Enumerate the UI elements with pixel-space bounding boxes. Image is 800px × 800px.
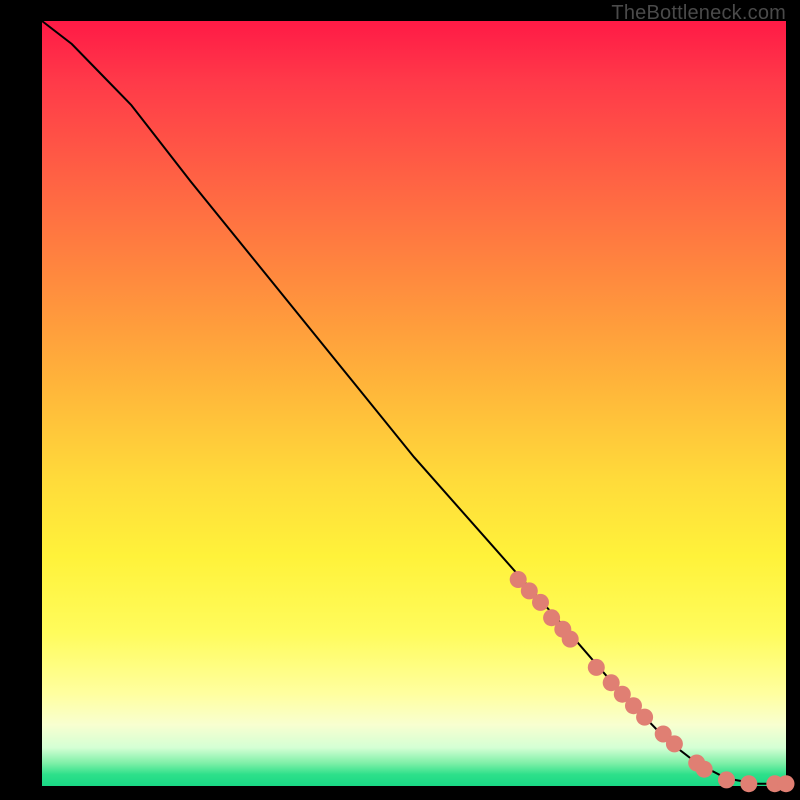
curve-marker [562, 631, 579, 648]
curve-marker [718, 771, 735, 788]
curve-marker [666, 735, 683, 752]
curve-marker [588, 659, 605, 676]
watermark-text: TheBottleneck.com [611, 2, 786, 25]
chart-svg [42, 21, 786, 786]
curve-line [42, 21, 786, 784]
curve-marker [696, 761, 713, 778]
plot-area [42, 21, 786, 786]
chart-container: TheBottleneck.com [0, 0, 800, 800]
curve-marker [778, 775, 795, 792]
curve-marker [740, 775, 757, 792]
curve-marker [636, 709, 653, 726]
curve-markers [510, 571, 795, 792]
curve-marker [532, 594, 549, 611]
